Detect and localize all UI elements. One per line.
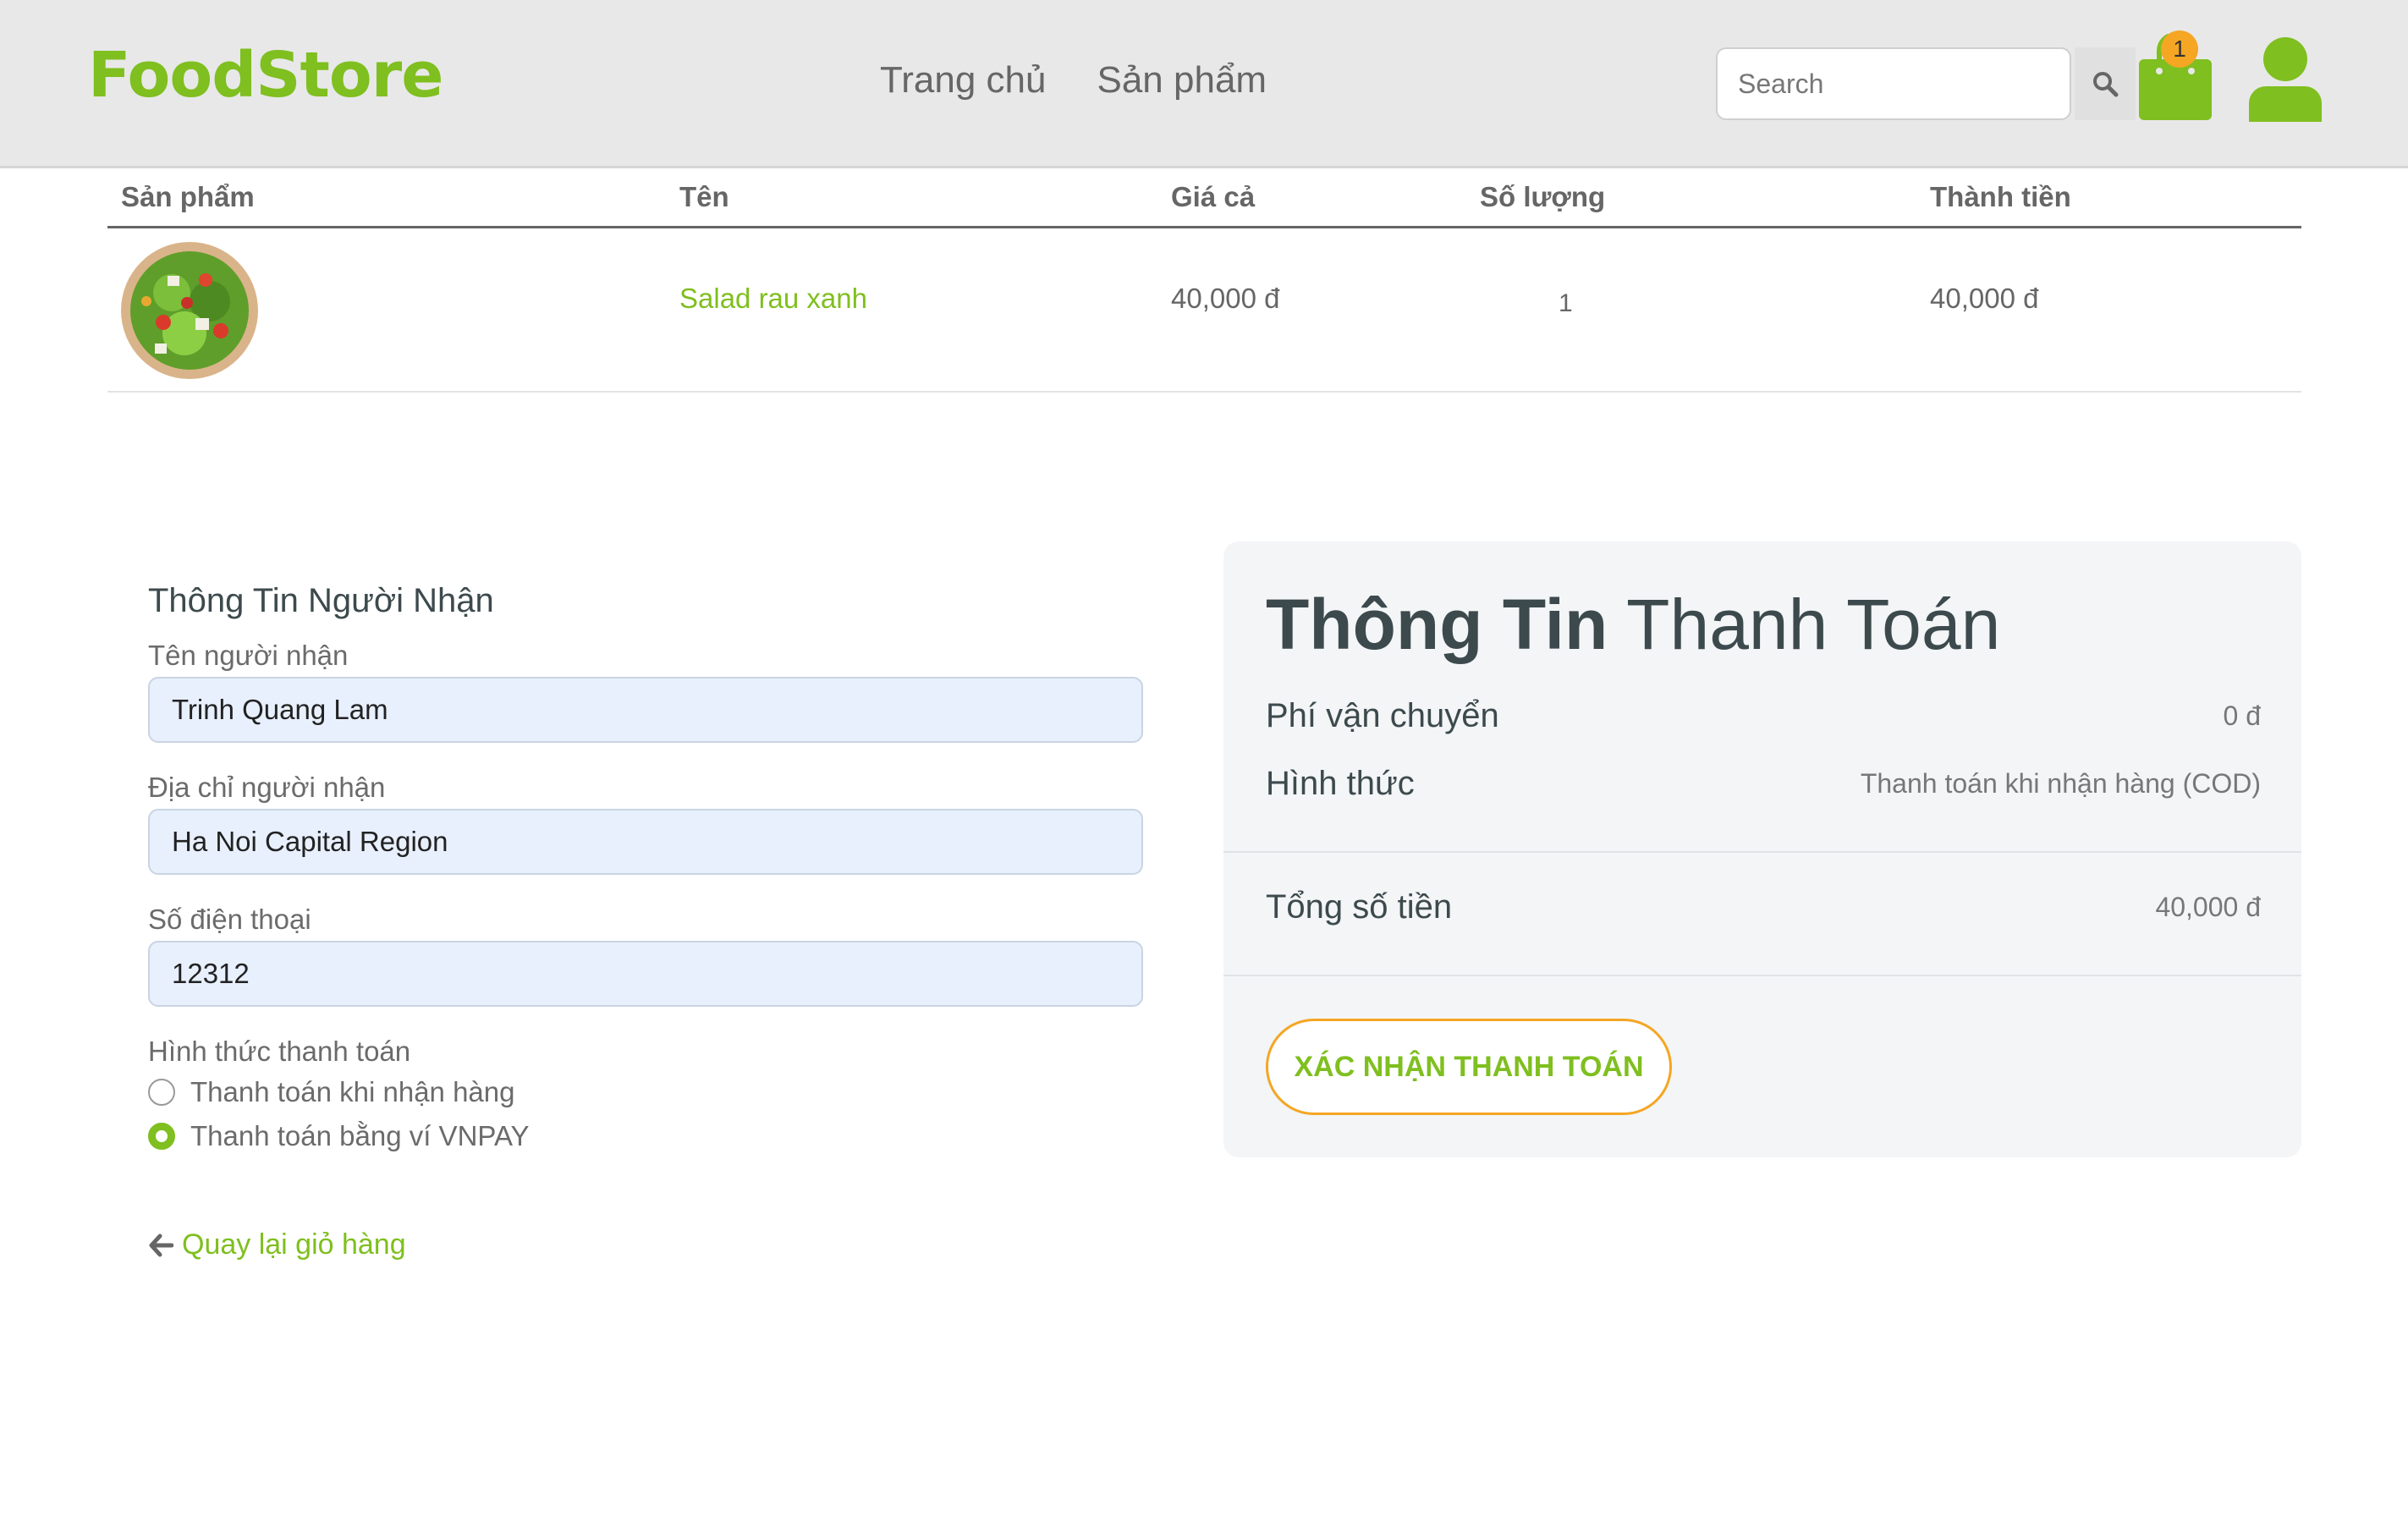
form-title: Thông Tin Người Nhận bbox=[148, 582, 494, 619]
payment-title: Thông Tin Thanh Toán bbox=[1266, 584, 2000, 666]
radio-vnpay[interactable] bbox=[148, 1123, 175, 1150]
back-to-cart-link[interactable]: Quay lại giỏ hàng bbox=[148, 1228, 406, 1261]
recipient-name-field bbox=[148, 677, 1143, 743]
total-value: 40,000 đ bbox=[2155, 892, 2261, 922]
col-quantity: Số lượng bbox=[1480, 181, 1606, 212]
product-price: 40,000 đ bbox=[1171, 283, 1280, 314]
site-header: FoodStore Trang chủ Sản phẩm 1 bbox=[0, 0, 2408, 168]
search-input[interactable] bbox=[1718, 49, 2070, 118]
payment-summary-panel: Thông Tin Thanh Toán Phí vận chuyển 0 đ … bbox=[1223, 541, 2301, 1157]
total-row: Tổng số tiền 40,000 đ bbox=[1266, 888, 2261, 926]
table-header: Sản phẩm Tên Giá cả Số lượng Thành tiền bbox=[107, 169, 2301, 228]
search-button[interactable] bbox=[2075, 47, 2136, 120]
recipient-name-label: Tên người nhận bbox=[148, 640, 349, 671]
col-name: Tên bbox=[679, 181, 729, 212]
phone-label: Số điện thoại bbox=[148, 904, 311, 935]
col-price: Giá cả bbox=[1171, 181, 1256, 212]
shipping-fee-label: Phí vận chuyển bbox=[1266, 697, 1499, 734]
divider bbox=[1223, 851, 2301, 853]
arrow-left-icon bbox=[149, 1234, 173, 1256]
payment-title-rest: Thanh Toán bbox=[1608, 585, 2001, 664]
recipient-address-field bbox=[148, 809, 1143, 875]
nav-home[interactable]: Trang chủ bbox=[880, 59, 1046, 102]
search-box bbox=[1716, 47, 2071, 120]
table-row: Salad rau xanh 40,000 đ 1 40,000 đ bbox=[107, 228, 2301, 393]
confirm-payment-button[interactable]: XÁC NHẬN THANH TOÁN bbox=[1266, 1019, 1672, 1115]
nav-products[interactable]: Sản phẩm bbox=[1097, 59, 1267, 102]
shipping-fee-row: Phí vận chuyển 0 đ bbox=[1266, 697, 2261, 735]
col-total: Thành tiền bbox=[1930, 181, 2071, 212]
payment-method-row: Hình thức Thanh toán khi nhận hàng (COD) bbox=[1266, 765, 2261, 803]
cart-table: Sản phẩm Tên Giá cả Số lượng Thành tiền bbox=[107, 169, 2301, 393]
payment-method-summary-value: Thanh toán khi nhận hàng (COD) bbox=[1860, 768, 2261, 799]
payment-option-vnpay-label: Thanh toán bằng ví VNPAY bbox=[190, 1120, 530, 1151]
payment-option-cod[interactable]: Thanh toán khi nhận hàng bbox=[148, 1076, 514, 1108]
product-name-link[interactable]: Salad rau xanh bbox=[679, 283, 867, 315]
product-image[interactable] bbox=[121, 242, 258, 379]
payment-title-bold: Thông Tin bbox=[1266, 585, 1608, 664]
product-quantity: 1 bbox=[1559, 289, 1573, 317]
logo[interactable]: FoodStore bbox=[88, 39, 443, 112]
search-icon bbox=[2093, 72, 2119, 97]
col-product: Sản phẩm bbox=[121, 181, 255, 212]
payment-option-cod-label: Thanh toán khi nhận hàng bbox=[190, 1076, 515, 1107]
recipient-address-input[interactable] bbox=[150, 810, 1141, 873]
cart-count-badge: 1 bbox=[2161, 30, 2198, 68]
phone-field bbox=[148, 941, 1143, 1007]
payment-method-summary-label: Hình thức bbox=[1266, 765, 1415, 802]
back-to-cart-label: Quay lại giỏ hàng bbox=[182, 1228, 406, 1261]
main-nav: Trang chủ Sản phẩm bbox=[880, 59, 1267, 102]
phone-input[interactable] bbox=[150, 942, 1141, 1005]
payment-method-label: Hình thức thanh toán bbox=[148, 1036, 411, 1067]
product-total: 40,000 đ bbox=[1930, 283, 2039, 314]
total-label: Tổng số tiền bbox=[1266, 888, 1453, 926]
recipient-name-input[interactable] bbox=[150, 679, 1141, 741]
divider bbox=[1223, 975, 2301, 976]
user-account-button[interactable] bbox=[2249, 37, 2322, 122]
payment-option-vnpay[interactable]: Thanh toán bằng ví VNPAY bbox=[148, 1120, 530, 1152]
shipping-fee-value: 0 đ bbox=[2223, 701, 2261, 731]
recipient-address-label: Địa chỉ người nhận bbox=[148, 772, 386, 803]
user-icon bbox=[2249, 37, 2322, 122]
radio-cod[interactable] bbox=[148, 1079, 175, 1106]
